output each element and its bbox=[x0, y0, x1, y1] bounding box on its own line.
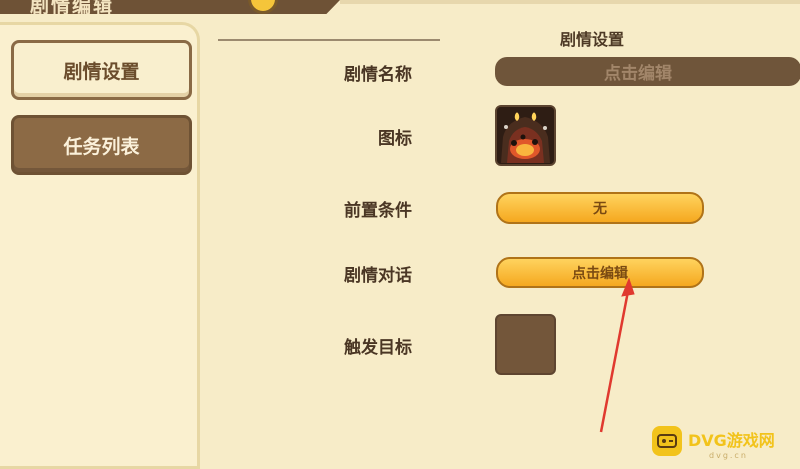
watermark-brand: DVG游戏网 bbox=[688, 431, 775, 450]
sidebar-item-task-list[interactable]: 任务列表 bbox=[11, 115, 192, 175]
header-strip bbox=[340, 0, 800, 4]
dungeon-lava-icon bbox=[497, 107, 554, 164]
sidebar-item-plot-settings[interactable]: 剧情设置 bbox=[11, 40, 192, 100]
icon-label: 图标 bbox=[378, 129, 412, 149]
trigger-target-slot[interactable] bbox=[495, 314, 556, 375]
sidebar: 剧情设置 任务列表 bbox=[0, 22, 200, 469]
dialogue-edit-button[interactable]: 点击编辑 bbox=[496, 257, 704, 288]
plot-name-input[interactable]: 点击编辑 bbox=[495, 57, 800, 86]
icon-selector[interactable] bbox=[495, 105, 556, 166]
trigger-target-label: 触发目标 bbox=[344, 338, 412, 358]
precondition-value: 无 bbox=[593, 201, 607, 217]
divider bbox=[218, 39, 440, 41]
top-header-bar: 剧情编辑 bbox=[0, 0, 340, 14]
plot-name-label: 剧情名称 bbox=[344, 65, 412, 85]
section-title: 剧情设置 bbox=[560, 30, 625, 49]
sidebar-item-label: 剧情设置 bbox=[63, 60, 140, 83]
plot-name-placeholder: 点击编辑 bbox=[604, 64, 672, 84]
precondition-label: 前置条件 bbox=[344, 201, 412, 221]
watermark-url: dvg.cn bbox=[709, 451, 748, 460]
sidebar-item-label: 任务列表 bbox=[63, 135, 140, 158]
header-title: 剧情编辑 bbox=[30, 0, 115, 17]
dialogue-edit-label: 点击编辑 bbox=[572, 265, 628, 282]
watermark-logo-icon bbox=[652, 426, 682, 456]
dialogue-label: 剧情对话 bbox=[344, 266, 412, 286]
precondition-button[interactable]: 无 bbox=[496, 192, 704, 224]
